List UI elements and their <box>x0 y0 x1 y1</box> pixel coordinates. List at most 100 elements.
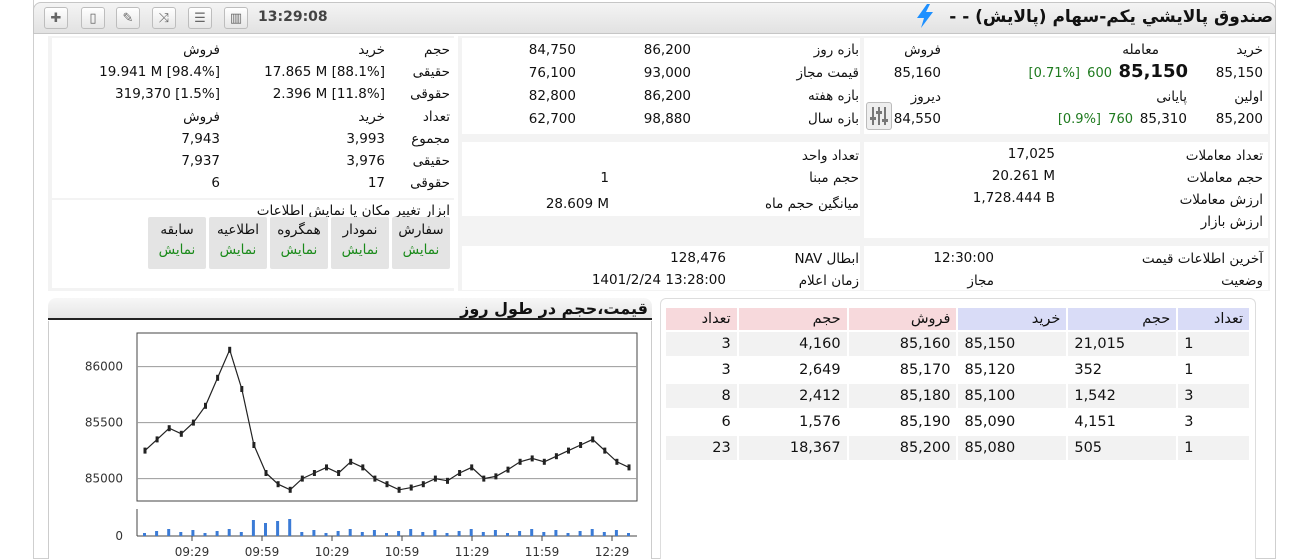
orderbook-cell: 85,120 <box>964 362 1016 378</box>
orderbook-row[interactable]: 23 18,367 85,200 85,080 505 1 <box>666 436 1249 460</box>
price-point <box>518 458 522 465</box>
orderbook-cell: 85,170 <box>899 362 951 378</box>
last-trade-price: 85,150 <box>1118 61 1188 82</box>
price-point <box>361 464 365 471</box>
orderbook-row[interactable]: 8 2,412 85,180 85,100 1,542 3 <box>666 384 1249 408</box>
orderbook-header: حجم <box>1068 308 1177 330</box>
tool-button[interactable]: اطلاعیه نمایش <box>209 217 267 269</box>
bar-chart-icon[interactable]: ▥ <box>224 7 248 29</box>
price-point <box>494 473 498 480</box>
plus-icon[interactable]: ✚ <box>44 7 68 29</box>
market-value-label: ارزش بازار <box>1200 214 1263 230</box>
x-tick-label: 12:29 <box>595 545 630 559</box>
price-point <box>579 442 583 448</box>
notepad-icon[interactable]: ▯ <box>81 7 105 29</box>
range-low: 84,750 <box>528 42 576 58</box>
status-label: وضعیت <box>1221 273 1263 289</box>
orderbook-cell: 23 <box>666 436 737 460</box>
orderbook-table: تعداد حجم فروش خرید حجم تعداد 3 4,160 85,160 85,… <box>664 306 1251 462</box>
range-high: 98,880 <box>643 111 691 127</box>
orderbook-row[interactable]: 3 2,649 85,170 85,120 352 1 <box>666 358 1249 382</box>
tool-button[interactable]: همگروه نمایش <box>270 217 328 269</box>
tool-button[interactable]: سابقه نمایش <box>148 217 206 269</box>
volume-bar <box>300 532 304 536</box>
tool-button[interactable]: نمودار نمایش <box>331 217 389 269</box>
list-icon[interactable]: ☰ <box>188 7 212 29</box>
volume-bar <box>191 530 195 536</box>
volume-bar <box>530 529 534 536</box>
range-high: 86,200 <box>643 42 691 58</box>
volume-bar <box>493 530 497 536</box>
orderbook-cell: 1 <box>1178 332 1249 356</box>
trade-volume: 20.261 M <box>991 168 1055 184</box>
price-point <box>155 436 159 443</box>
final-change-pct: [0.9%] <box>1057 112 1101 127</box>
x-tick-label: 11:59 <box>525 545 560 559</box>
orderbook-cell: 85,080 <box>958 436 1067 460</box>
first-price: 85,200 <box>1215 111 1263 127</box>
orderbook-row[interactable]: 6 1,576 85,190 85,090 4,151 3 <box>666 410 1249 434</box>
trade-label: معامله <box>1122 42 1159 58</box>
volume-bar <box>542 532 546 536</box>
price-point <box>506 466 510 473</box>
orderbook-cell: 4,160 <box>738 332 847 356</box>
count-row-sell: 7,937 <box>181 153 220 169</box>
range-label: بازه هفته <box>807 88 859 104</box>
x-tick-label: 10:59 <box>385 545 420 559</box>
tool-button-label: همگروه <box>277 222 321 238</box>
orderbook-cell: 3 <box>1178 384 1249 408</box>
sell-label: فروش <box>904 42 941 58</box>
trade-value: 1,728.444 B <box>972 190 1055 206</box>
range-low: 82,800 <box>528 88 576 104</box>
y-tick-label: 85000 <box>85 472 123 486</box>
price-point <box>312 470 316 476</box>
y-tick-label: 86000 <box>85 360 123 374</box>
unit-count-label: تعداد واحد <box>801 148 859 164</box>
tool-button[interactable]: سفارش نمایش <box>392 217 450 269</box>
last-info-label: آخرین اطلاعات قیمت <box>1141 251 1263 267</box>
range-high: 93,000 <box>643 65 691 81</box>
chart-title: قیمت،حجم در طول روز <box>460 299 648 318</box>
orderbook-cell: 85,160 <box>848 332 957 356</box>
sell-price: 85,160 <box>893 65 941 81</box>
volume-bar <box>457 531 461 536</box>
trade-value-label: ارزش معاملات <box>1179 192 1263 208</box>
settings-sliders-icon[interactable] <box>866 102 892 130</box>
orderbook-cell: 4,151 <box>1074 414 1116 430</box>
base-volume: 1 <box>600 170 609 186</box>
range-label: قیمت مجاز <box>796 65 859 81</box>
page-title: صندوق پالايشي يكم-سهام (پالايش) - - <box>949 7 1273 27</box>
edit-icon[interactable]: ✎ <box>116 7 140 29</box>
price-point <box>288 486 292 493</box>
client-row-label: حقیقی <box>412 64 450 80</box>
price-point <box>179 430 183 437</box>
trade-volume-label: حجم معاملات <box>1186 170 1263 186</box>
price-point <box>591 436 595 443</box>
lightning-icon <box>917 4 933 28</box>
clock: 13:29:08 <box>258 9 328 25</box>
orderbook-header: تعداد <box>1178 308 1249 330</box>
orderbook-cell: 85,180 <box>848 384 957 408</box>
base-volume-label: حجم مبنا <box>809 170 859 186</box>
volume-bar <box>288 519 292 536</box>
price-point <box>204 402 207 409</box>
orderbook-row[interactable]: 3 4,160 85,160 85,150 21,015 1 <box>666 332 1249 356</box>
volume-bar <box>506 533 509 536</box>
volume-bar <box>251 520 255 536</box>
volume-bar <box>578 531 582 536</box>
volume-bar <box>239 532 243 536</box>
compare-icon[interactable]: ⤨ <box>152 7 176 29</box>
client-head-buy: خرید <box>358 42 385 58</box>
orderbook-cell: 3 <box>666 332 737 356</box>
orderbook-header: فروش <box>848 308 957 330</box>
client-head-sell: فروش <box>183 42 220 58</box>
price-volume-chart[interactable]: 85000 85500 86000 0 09:29 09:59 10:29 10:59 11:2… <box>48 321 652 559</box>
tool-button-label: اطلاعیه <box>217 222 259 238</box>
price-point <box>409 484 413 491</box>
orderbook-cell: 85,100 <box>958 384 1067 408</box>
orderbook-cell: 85,150 <box>958 332 1067 356</box>
tool-button-label: نمودار <box>342 222 378 238</box>
orderbook-cell: 18,367 <box>738 436 847 460</box>
volume-bar <box>203 533 207 536</box>
orderbook-cell: 1,576 <box>799 414 841 430</box>
